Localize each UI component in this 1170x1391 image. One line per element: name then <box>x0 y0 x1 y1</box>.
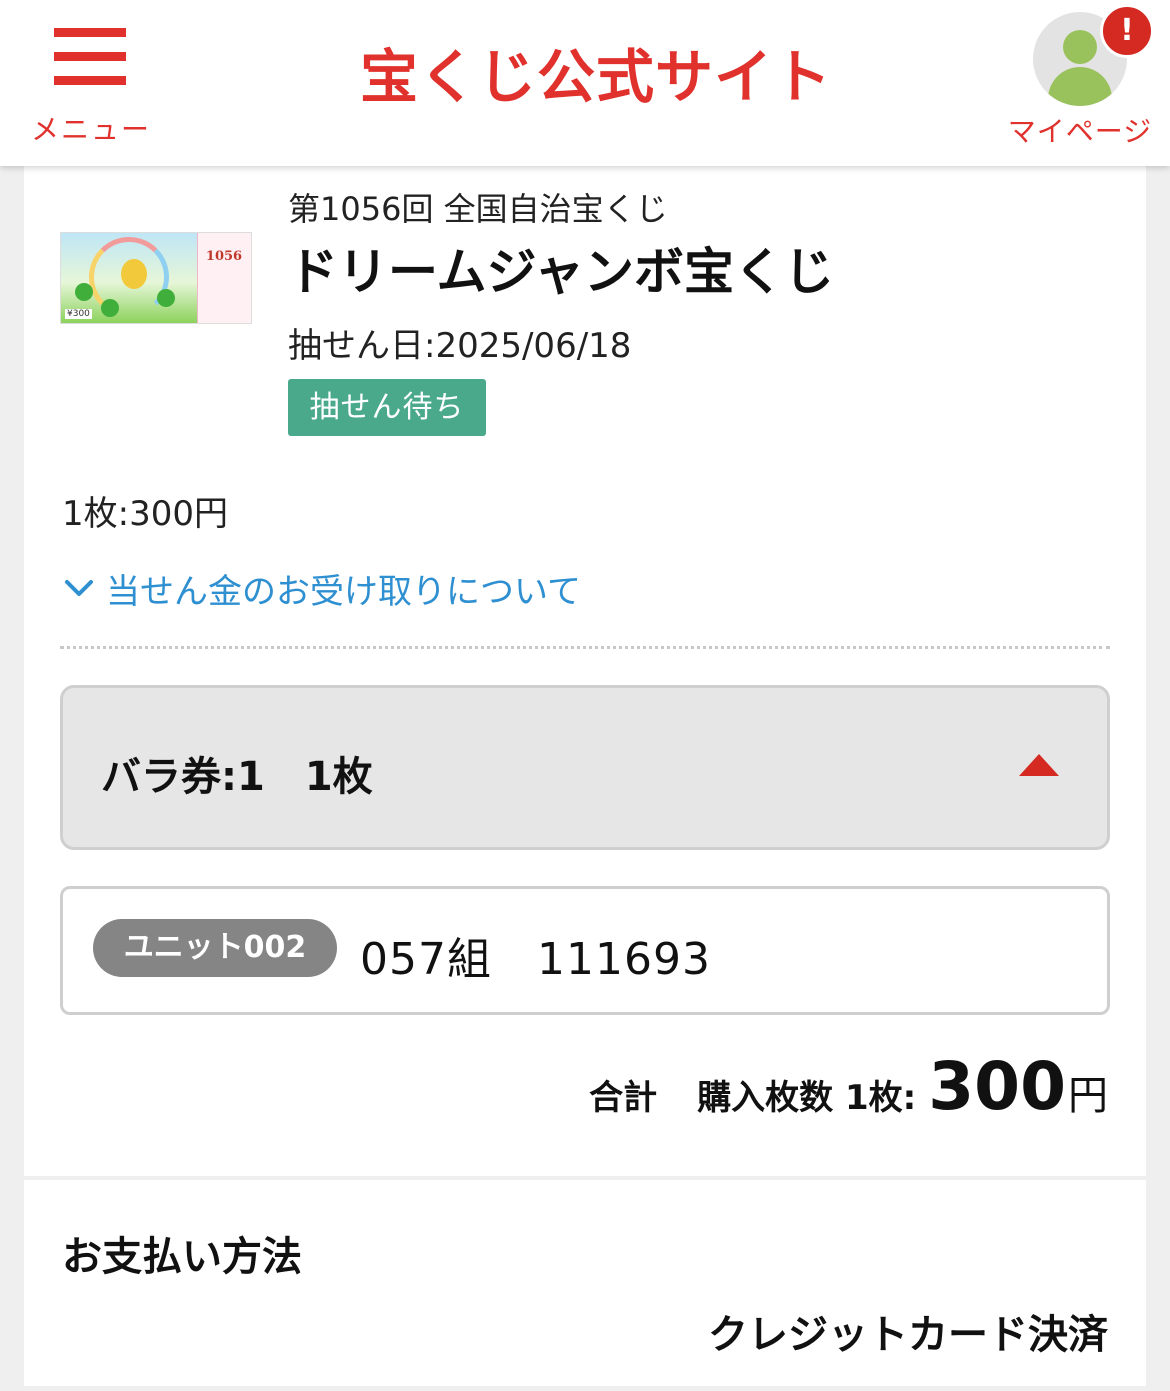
total-row: 合計 購入枚数 1枚: 300 円 <box>589 1048 1108 1128</box>
lottery-subtitle: 第1056回 全国自治宝くじ <box>288 190 668 228</box>
mypage-label: マイページ <box>1007 115 1153 148</box>
lottery-ticket-image: 1056 ¥300 <box>60 232 252 324</box>
draw-date: 抽せん日:2025/06/18 <box>288 326 632 366</box>
prize-info-link-label: 当せん金のお受け取りについて <box>106 571 581 612</box>
status-badge: 抽せん待ち <box>288 379 486 436</box>
lottery-title: ドリームジャンボ宝くじ <box>288 243 834 301</box>
payment-method-value: クレジットカード決済 <box>708 1312 1108 1358</box>
caret-up-icon <box>1019 754 1059 776</box>
ticket-image-price: ¥300 <box>65 309 92 319</box>
purchase-count: 購入枚数 1枚: <box>697 1078 917 1118</box>
total-currency: 円 <box>1068 1073 1108 1119</box>
unit-row: ユニット002 057組 111693 <box>60 886 1110 1015</box>
ticket-image-number: 1056 <box>205 249 243 264</box>
hamburger-icon <box>54 28 126 88</box>
bara-ticket-label: バラ券:1 1枚 <box>101 754 373 800</box>
ticket-number: 057組 111693 <box>360 934 711 985</box>
payment-heading: お支払い方法 <box>62 1234 302 1280</box>
site-logo[interactable]: 宝くじ公式サイト <box>360 40 831 114</box>
total-amount: 300 <box>928 1048 1066 1125</box>
menu-button[interactable]: メニュー <box>28 22 154 146</box>
alert-badge: ! <box>1100 4 1154 58</box>
unit-badge: ユニット002 <box>93 919 337 977</box>
divider <box>60 646 1110 649</box>
bara-ticket-accordion[interactable]: バラ券:1 1枚 <box>60 685 1110 850</box>
app-header: メニュー 宝くじ公式サイト ! マイページ <box>0 0 1170 166</box>
mypage-button[interactable]: ! マイページ <box>1000 4 1160 150</box>
chevron-down-icon <box>65 580 93 596</box>
prize-info-link[interactable]: 当せん金のお受け取りについて <box>62 566 581 612</box>
payment-method-card: お支払い方法 クレジットカード決済 <box>24 1180 1146 1386</box>
total-label: 合計 <box>589 1078 658 1118</box>
purchase-detail-card: 1056 ¥300 第1056回 全国自治宝くじ ドリームジャンボ宝くじ 抽せん… <box>24 166 1146 1176</box>
unit-price: 1枚:300円 <box>62 494 228 534</box>
menu-label: メニュー <box>30 113 151 146</box>
